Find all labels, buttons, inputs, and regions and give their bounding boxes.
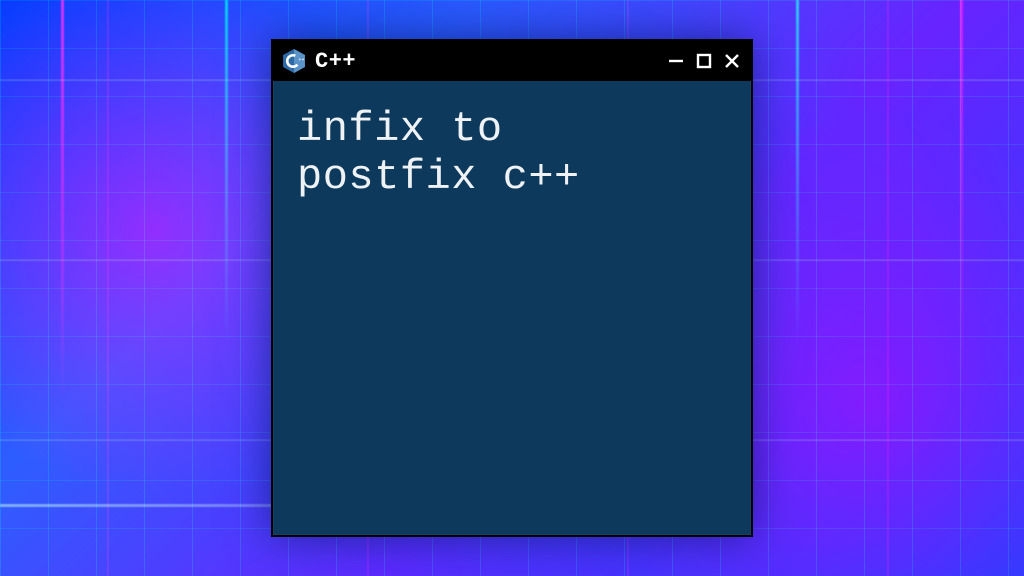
cpp-logo-icon: + + — [281, 48, 307, 74]
maximize-button[interactable] — [695, 52, 713, 70]
close-icon — [723, 52, 741, 70]
maximize-icon — [695, 52, 713, 70]
titlebar[interactable]: + + C++ — [273, 41, 751, 81]
window-controls — [667, 52, 741, 70]
close-button[interactable] — [723, 52, 741, 70]
minimize-button[interactable] — [667, 52, 685, 70]
terminal-window: + + C++ infix to postfix c++ — [271, 39, 753, 537]
window-title: C++ — [315, 49, 659, 74]
terminal-content: infix to postfix c++ — [273, 81, 751, 535]
minimize-icon — [667, 52, 685, 70]
